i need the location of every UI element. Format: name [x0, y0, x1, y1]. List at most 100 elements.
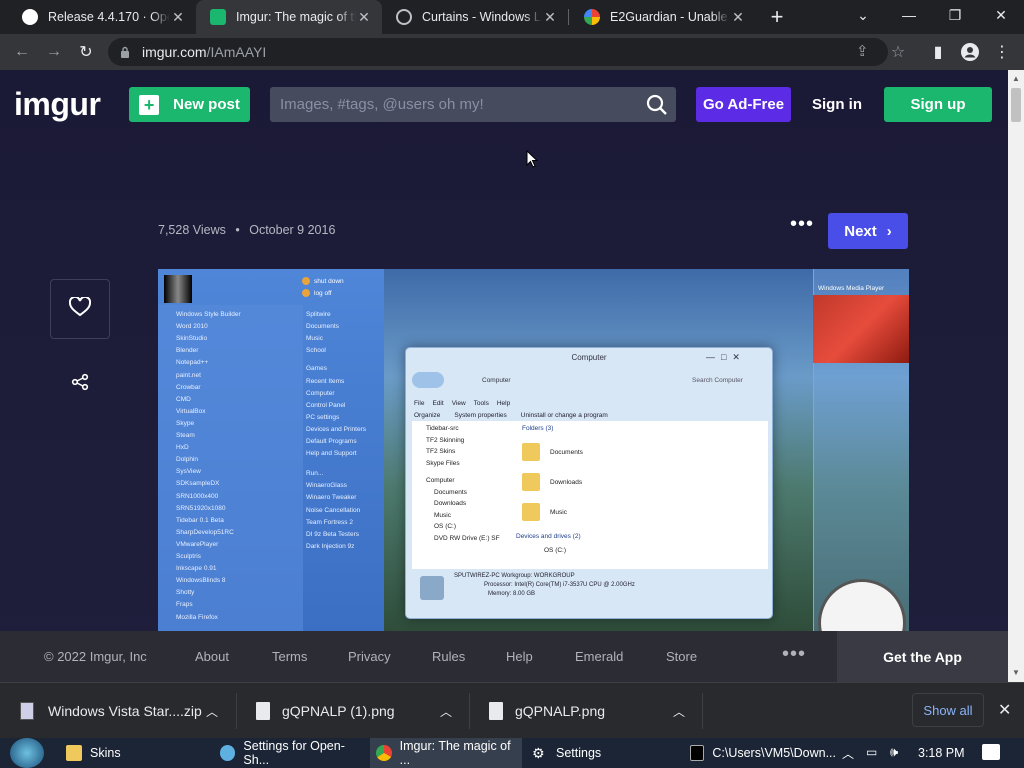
favorite-button[interactable] [50, 279, 110, 339]
scrollbar-thumb[interactable] [1011, 88, 1021, 122]
side-panel-icon[interactable]: ▮ [926, 40, 950, 64]
download-filename: Windows Vista Star....zip [48, 703, 202, 719]
share-icon[interactable]: ⇪ [856, 42, 869, 60]
start-menu-place: Default Programs [306, 438, 357, 445]
show-all-button[interactable]: Show all [912, 693, 984, 727]
start-menu-program: Blender [176, 347, 199, 355]
footer-link-emerald[interactable]: Emerald [575, 649, 623, 664]
download-item-png-1[interactable]: gQPNALP (1).png ︿ [256, 683, 466, 739]
network-icon[interactable]: ▭ [866, 745, 877, 759]
start-menu-program: SRN1000x400 [176, 492, 219, 500]
taskbar-item-settings[interactable]: ⚙ Settings [528, 738, 678, 768]
download-item-zip[interactable]: Windows Vista Star....zip ︿ [20, 683, 230, 739]
chevron-up-icon[interactable]: ︿ [440, 703, 452, 720]
tray-chevron-up-icon[interactable]: ︿ [842, 745, 854, 762]
forward-arrow-icon[interactable]: → [42, 40, 66, 64]
download-divider [702, 693, 703, 729]
start-menu-place: Control Panel [306, 401, 346, 409]
search-icon[interactable] [646, 94, 668, 121]
chrome-icon [376, 745, 392, 761]
start-orb-icon[interactable] [10, 738, 44, 768]
footer-link-about[interactable]: About [195, 649, 229, 664]
download-divider [236, 693, 237, 729]
taskbar-item-cmd[interactable]: C:\Users\VM5\Down... [686, 738, 836, 768]
imgur-logo[interactable]: imgur [14, 86, 101, 123]
explorer-breadcrumb: Computer [482, 377, 511, 384]
taskbar-item-chrome-imgur[interactable]: Imgur: The magic of ... [370, 738, 522, 768]
taskbar-label: C:\Users\VM5\Down... [712, 746, 836, 760]
post-image[interactable]: shut down log off Windows Style Builder W… [158, 269, 909, 631]
sign-up-button[interactable]: Sign up [884, 87, 992, 122]
footer-link-help[interactable]: Help [506, 649, 533, 664]
minimize-button[interactable]: — [886, 0, 932, 30]
shell-icon [220, 745, 236, 761]
tab-search-chevron-icon[interactable]: ⌄ [840, 0, 886, 30]
chevron-up-icon[interactable]: ︿ [206, 703, 218, 720]
footer-link-terms[interactable]: Terms [272, 649, 307, 664]
volume-icon[interactable]: 🕪 [890, 744, 898, 760]
share-icon[interactable] [71, 373, 89, 396]
go-ad-free-button[interactable]: Go Ad-Free [696, 87, 791, 122]
bookmark-star-icon[interactable]: ☆ [886, 40, 910, 64]
start-menu-program: SysView [176, 468, 201, 476]
taskbar-item-open-shell-settings[interactable]: Settings for Open-Sh... [216, 738, 366, 768]
explorer-nav-item: Downloads [434, 500, 467, 507]
new-tab-button[interactable]: + [764, 5, 790, 29]
close-icon[interactable]: ✕ [542, 9, 558, 25]
search-placeholder: Images, #tags, @users oh my! [280, 96, 484, 113]
close-downloads-icon[interactable]: ✕ [998, 700, 1011, 720]
footer-link-store[interactable]: Store [666, 649, 697, 664]
notification-center-icon[interactable] [982, 744, 1000, 760]
start-menu-program: Skype [176, 419, 195, 427]
tab-e2guardian[interactable]: E2Guardian - Unable to access ✕ [570, 0, 756, 34]
close-window-button[interactable]: ✕ [978, 0, 1024, 30]
tab-open-shell-release[interactable]: Release 4.4.170 · Open-Shell/Open-Shell-… [8, 0, 196, 34]
restore-button[interactable]: ❐ [932, 0, 978, 30]
footer-more-icon[interactable]: ••• [782, 643, 806, 666]
start-menu-program: SharpDevelop51RC [176, 528, 234, 536]
back-arrow-icon[interactable]: ← [10, 40, 34, 64]
taskbar-label: Imgur: The magic of ... [399, 739, 511, 767]
start-menu-place: Games [306, 365, 327, 373]
start-menu-program: VirtualBox [176, 407, 206, 415]
address-bar[interactable]: imgur.com/IAmAAYI ⇪ [108, 38, 888, 66]
explorer-nav-item: Tidebar-src [426, 425, 459, 432]
taskbar-item-skins[interactable]: Skins [62, 738, 182, 768]
close-icon[interactable]: ✕ [170, 9, 186, 25]
tab-title: Imgur: The magic of the Internet [236, 10, 356, 24]
footer-link-rules[interactable]: Rules [432, 649, 465, 664]
sign-in-button[interactable]: Sign in [806, 87, 868, 122]
url-text: imgur.com/IAmAAYI [142, 44, 267, 60]
explorer-nav-item: DVD RW Drive (E:) SF [434, 534, 500, 542]
search-input[interactable]: Images, #tags, @users oh my! [270, 87, 676, 122]
clock-time[interactable]: 3:18 PM [918, 746, 965, 760]
close-icon[interactable]: ✕ [356, 9, 372, 25]
download-filename: gQPNALP.png [515, 703, 606, 719]
download-item-png-2[interactable]: gQPNALP.png ︿ [489, 683, 699, 739]
footer-link-privacy[interactable]: Privacy [348, 649, 391, 664]
start-menu-place: Devices and Printers [306, 425, 366, 433]
new-post-button[interactable]: + New post [129, 87, 250, 122]
explorer-commandbar: Organize System properties Uninstall or ch… [414, 412, 622, 419]
folder-documents: Documents [550, 449, 583, 456]
scroll-up-icon[interactable]: ▲ [1012, 74, 1020, 83]
page-scrollbar[interactable]: ▲ ▼ [1008, 70, 1024, 682]
next-button[interactable]: Next › [828, 213, 908, 249]
imgur-page: imgur + New post Images, #tags, @users o… [0, 70, 1008, 682]
download-divider [469, 693, 470, 729]
close-icon[interactable]: ✕ [730, 9, 746, 25]
menu-kebab-icon[interactable]: ⋮ [990, 40, 1014, 64]
zip-file-icon [20, 702, 34, 720]
reload-icon[interactable]: ↻ [74, 40, 98, 64]
more-options-icon[interactable]: ••• [790, 213, 814, 236]
logoff-label: log off [314, 289, 332, 297]
get-the-app-button[interactable]: Get the App [837, 631, 1008, 682]
tab-imgur[interactable]: Imgur: The magic of the Internet ✕ [196, 0, 382, 34]
scroll-down-icon[interactable]: ▼ [1012, 668, 1020, 677]
tab-curtains[interactable]: Curtains - Windows Look & Feel ✕ [382, 0, 568, 34]
profile-icon[interactable] [958, 40, 982, 64]
start-menu-program: WindowsBlinds 8 [176, 577, 226, 585]
tab-title: Curtains - Windows Look & Feel [422, 10, 542, 24]
folder-icon [66, 745, 82, 761]
chevron-up-icon[interactable]: ︿ [673, 703, 685, 720]
